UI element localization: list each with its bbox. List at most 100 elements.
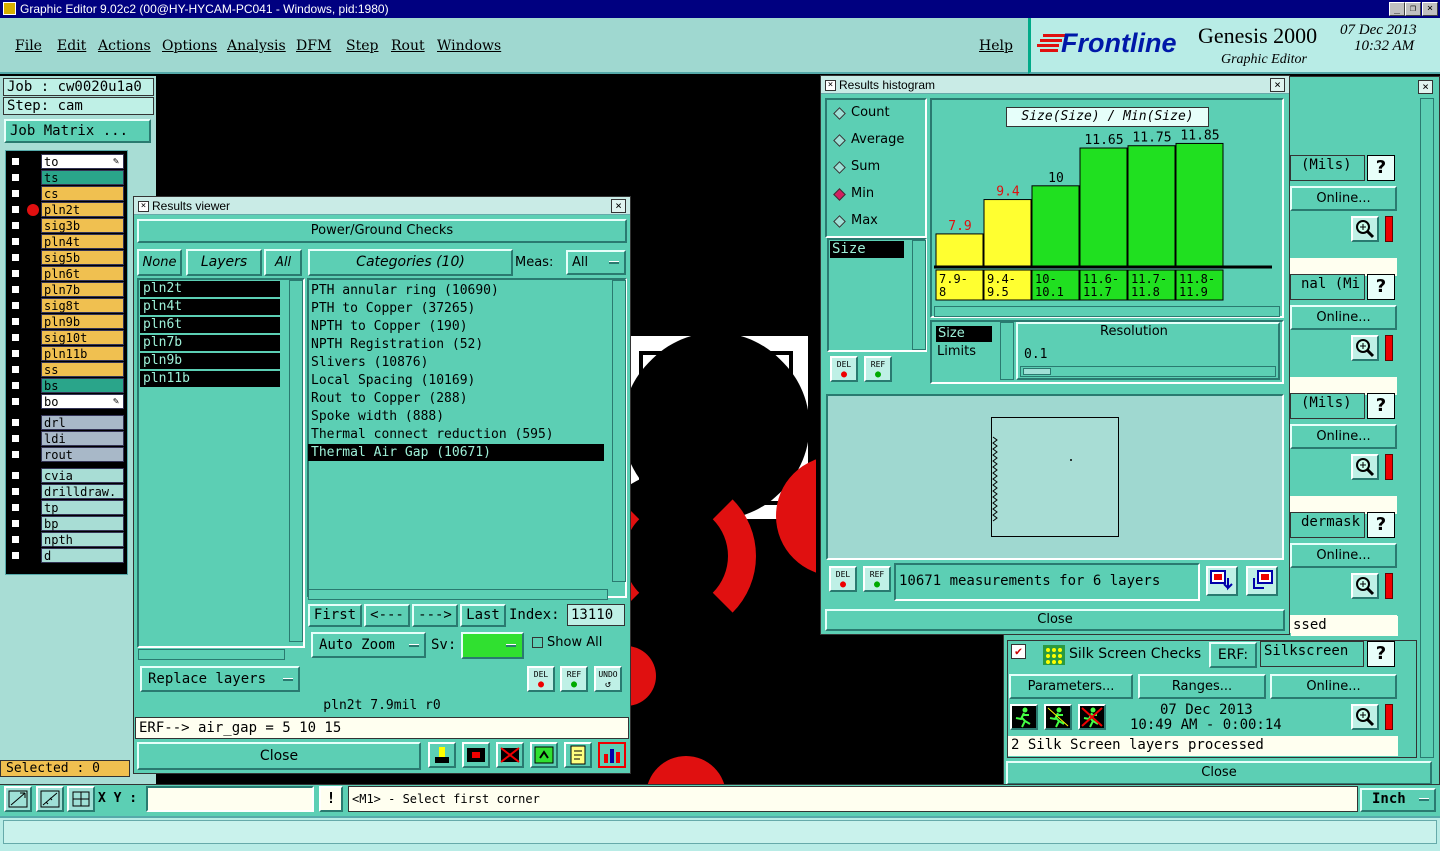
index-input[interactable]: 13110 [567,604,625,626]
layer-name[interactable]: pln4t [41,234,124,249]
menu-analysis[interactable]: Analysis [227,38,286,54]
layer-row[interactable]: npth [7,532,124,548]
hist-del-mark-button[interactable]: DEL ● [830,356,858,382]
layer-name[interactable]: pln7b [41,282,124,297]
layer-result-item[interactable]: pln2t [140,281,280,297]
layer-name[interactable]: bp [41,516,124,531]
layer-checkbox[interactable] [10,396,21,407]
layer-checkbox[interactable] [10,316,21,327]
check-help-button[interactable]: ? [1367,512,1395,538]
warning-icon[interactable]: ! [319,786,343,812]
radio-button[interactable] [833,188,846,201]
layer-name[interactable]: npth [41,532,124,547]
layer-checkbox[interactable] [10,348,21,359]
checklist-close-icon[interactable]: × [1418,80,1433,94]
layer-row[interactable]: drl [7,415,124,431]
layer-checkbox[interactable] [10,550,21,561]
category-item[interactable]: PTH to Copper (37265) [308,300,604,317]
erf-button[interactable]: ERF: [1209,642,1257,668]
layer-name[interactable]: pln11b [41,346,124,361]
show-all-checkbox[interactable] [532,637,543,648]
histogram-close-icon[interactable]: × [1270,78,1285,92]
layer-name[interactable]: bs [41,378,124,393]
display-icon[interactable] [462,742,490,768]
layer-row[interactable]: pln9b [7,314,124,330]
radio-button[interactable] [833,215,846,228]
layer-name[interactable]: ss [41,362,124,377]
layer-name[interactable]: sig8t [41,298,124,313]
check-help-button[interactable]: ? [1367,155,1395,181]
check-zoom-icon[interactable] [1351,216,1379,242]
meas-select[interactable]: All [566,250,626,275]
histogram-bar[interactable] [1127,145,1176,267]
category-item[interactable]: NPTH to Copper (190) [308,318,604,335]
histogram-icon[interactable] [598,742,626,768]
aggregate-option-average[interactable]: Average [833,131,923,151]
field-size[interactable]: Size [830,241,904,258]
layer-name[interactable]: ldi [41,431,124,446]
layer-row[interactable]: ts [7,170,124,186]
check-online-button[interactable]: Online... [1290,186,1397,211]
measure-icon[interactable] [36,786,64,812]
categories-button[interactable]: Categories (10) [308,249,513,276]
run-check-icon[interactable] [1010,704,1038,730]
all-button[interactable]: All [264,249,302,276]
histogram-bar[interactable] [983,199,1032,267]
histogram-close-button[interactable]: Close [825,609,1285,631]
close-window-button[interactable]: × [1422,2,1438,16]
radio-button[interactable] [833,107,846,120]
silk-zoom-icon[interactable] [1351,704,1379,730]
layer-checkbox[interactable] [10,433,21,444]
histogram-bar[interactable] [1175,142,1224,267]
replace-layers-select[interactable]: Replace layers [140,666,300,692]
layer-row[interactable]: sig5b [7,250,124,266]
layer-row[interactable]: to ✎ [7,154,124,170]
layer-name[interactable]: pln6t [41,266,124,281]
layer-name[interactable]: pln9b [41,314,124,329]
menu-options[interactable]: Options [162,38,217,54]
check-online-button[interactable]: Online... [1290,305,1397,330]
layer-checkbox[interactable] [10,156,21,167]
layer-name[interactable]: sig10t [41,330,124,345]
maximize-button[interactable]: ❐ [1405,2,1421,16]
check-online-button[interactable]: Online... [1290,424,1397,449]
layer-checkbox[interactable] [10,534,21,545]
layer-result-item[interactable]: pln7b [140,335,280,351]
results-viewer-close-icon[interactable]: × [611,199,626,213]
xy-input[interactable] [146,786,314,812]
aggregate-option-max[interactable]: Max [833,212,923,232]
layer-checkbox[interactable] [10,204,21,215]
job-matrix-button[interactable]: Job Matrix ... [4,119,151,143]
layer-result-item[interactable]: pln6t [140,317,280,333]
limits-scrollbar[interactable] [1000,322,1014,380]
check-zoom-icon[interactable] [1351,335,1379,361]
auto-zoom-select[interactable]: Auto Zoom [311,632,426,658]
check-zoom-icon[interactable] [1351,454,1379,480]
check-help-button[interactable]: ? [1367,274,1395,300]
green-action-icon[interactable] [530,742,558,768]
resolution-slider-thumb[interactable] [1023,368,1051,375]
layer-name[interactable]: pln2t [41,202,124,217]
menu-actions[interactable]: Actions [98,38,151,54]
histogram-bar[interactable] [1079,147,1128,267]
checklist-close-button[interactable]: Close [1006,761,1432,785]
grid-icon[interactable] [67,786,95,812]
menu-windows[interactable]: Windows [437,38,501,54]
layer-row[interactable]: bs [7,378,124,394]
layer-row[interactable]: sig10t [7,330,124,346]
layer-row[interactable]: sig8t [7,298,124,314]
limits-size[interactable]: Size [936,326,992,342]
field-scrollbar[interactable] [912,240,926,350]
layer-result-item[interactable]: pln4t [140,299,280,315]
resolution-slider[interactable] [1020,366,1276,377]
preview-ref-button[interactable]: REF ● [863,566,891,592]
clear-icon[interactable] [496,742,524,768]
category-item[interactable]: PTH annular ring (10690) [308,282,604,299]
layer-row[interactable]: sig3b [7,218,124,234]
layers-button[interactable]: Layers [186,249,262,276]
silk-help-button[interactable]: ? [1367,641,1395,667]
layer-row[interactable]: bo ✎ [7,394,124,410]
layer-result-item[interactable]: pln11b [140,371,280,387]
results-viewer-close-button[interactable]: Close [137,742,421,770]
silk-online-button[interactable]: Online... [1270,674,1397,699]
